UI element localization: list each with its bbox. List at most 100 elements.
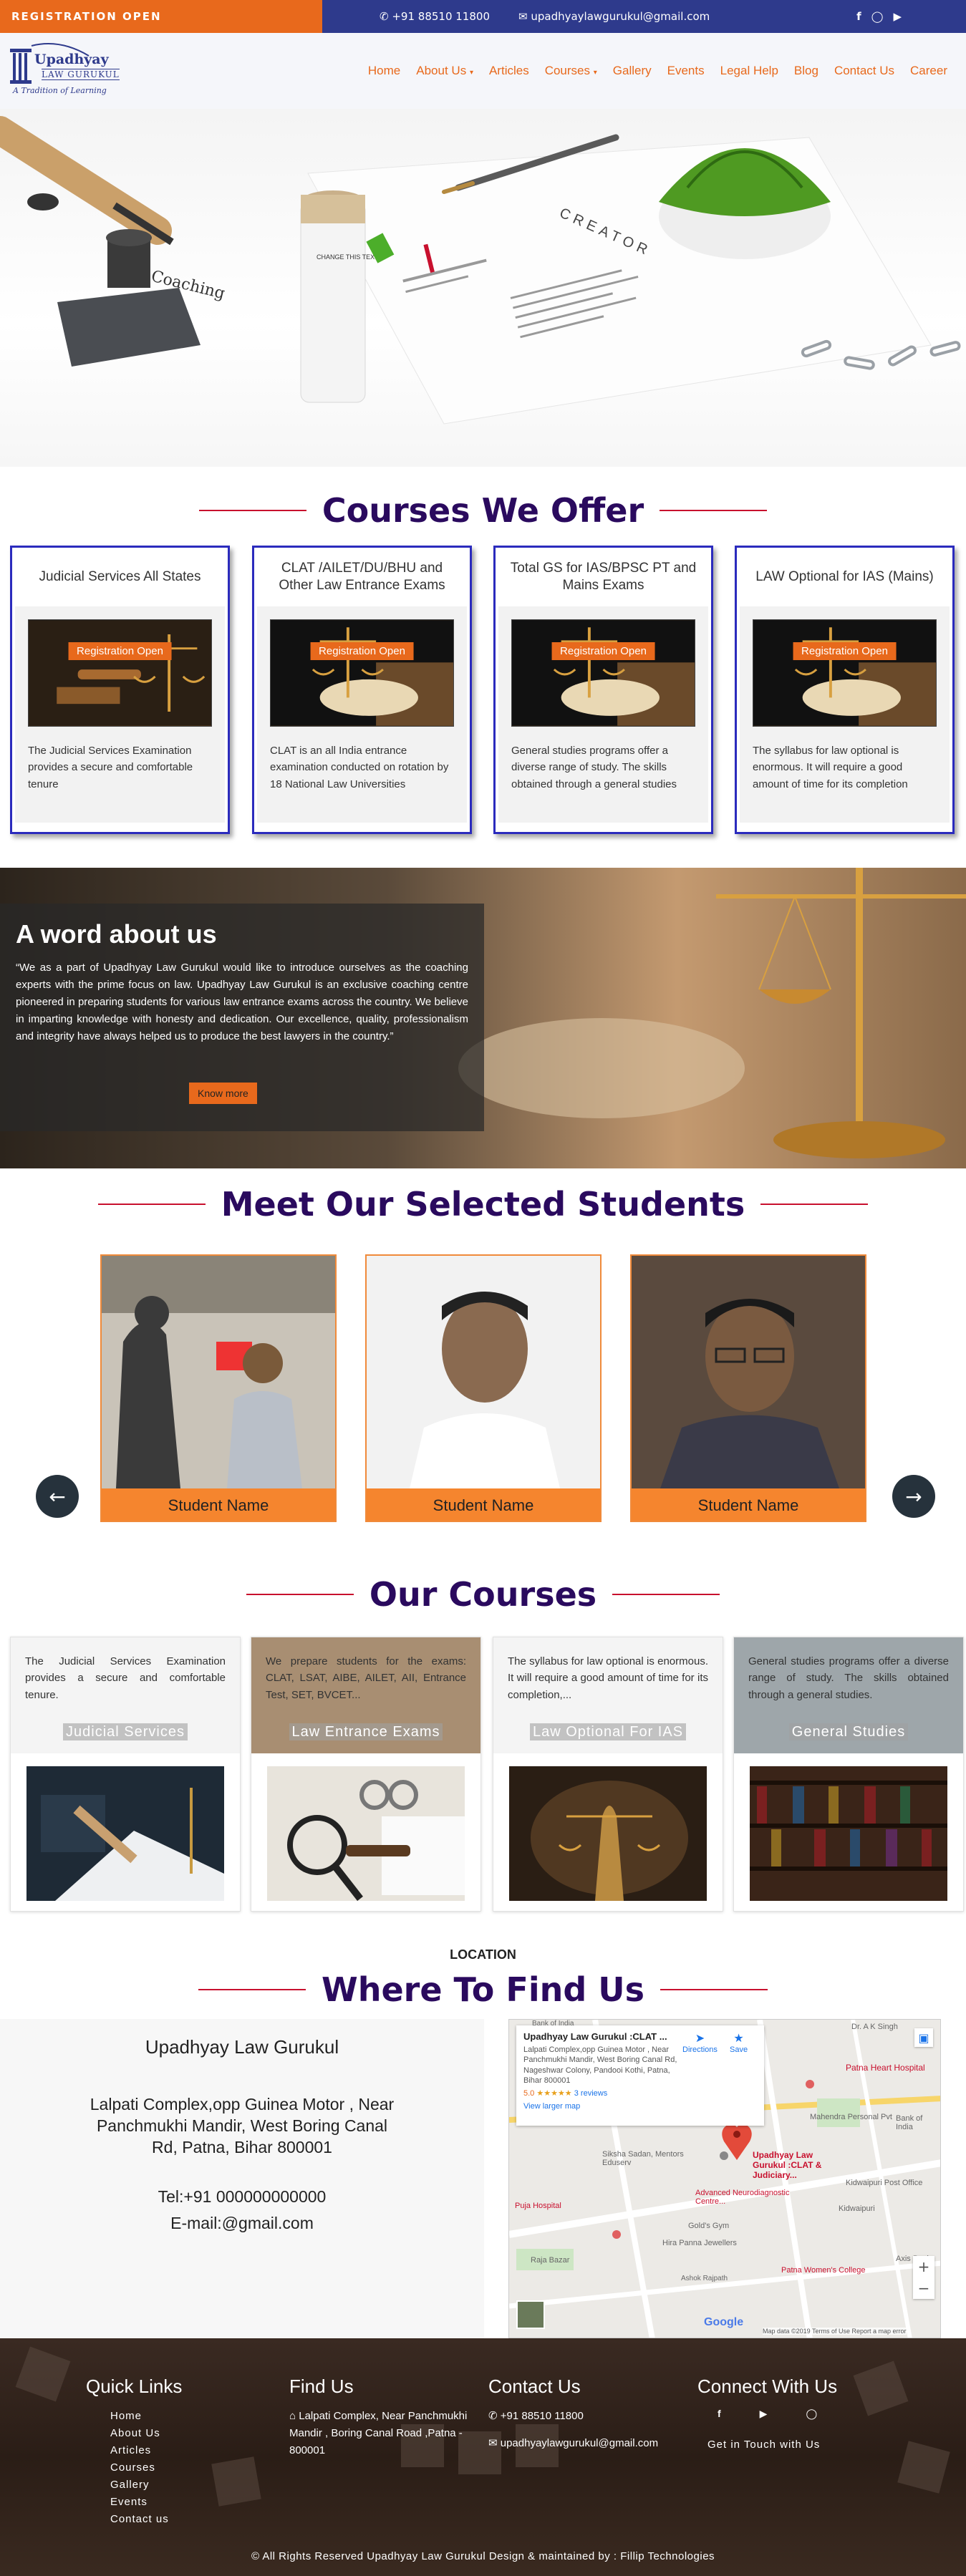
nav-courses[interactable]: Courses ▾	[545, 64, 597, 78]
footer-phone[interactable]: ✆ +91 88510 11800	[488, 2408, 658, 2425]
registration-open-button[interactable]: Registration Open	[68, 642, 172, 660]
registration-open-banner[interactable]: REGISTRATION OPEN	[0, 0, 322, 33]
about-section: A word about us “We as a part of Upadhya…	[0, 868, 966, 1168]
map-reviews-link[interactable]: 3 reviews	[574, 2089, 607, 2098]
course-label: Law Entrance Exams	[289, 1723, 443, 1740]
find-us-title: Find Us	[289, 2376, 354, 2397]
home-icon: ⌂	[289, 2410, 296, 2422]
map-place-label: Patna Women's College	[781, 2266, 866, 2275]
heading-rule	[660, 510, 768, 511]
quick-links-title: Quick Links	[86, 2376, 183, 2397]
course-card-judicial[interactable]: The Judicial Services Examination provid…	[10, 1637, 241, 1912]
footer-link-courses[interactable]: Courses	[110, 2459, 182, 2476]
satellite-toggle[interactable]	[516, 2300, 545, 2329]
youtube-icon[interactable]: ▶	[893, 10, 902, 23]
offer-card-judicial[interactable]: Judicial Services All States Registratio…	[10, 546, 230, 834]
map-save-button[interactable]: ★ Save	[730, 2031, 748, 2054]
footer-link-gallery[interactable]: Gallery	[110, 2476, 182, 2494]
quick-links-column: Quick Links Home About Us Articles Cours…	[86, 2376, 182, 2528]
offer-card-law-optional[interactable]: LAW Optional for IAS (Mains) Registratio…	[735, 546, 955, 834]
map-attribution[interactable]: Map data ©2019 Terms of Use Report a map…	[763, 2328, 907, 2335]
main-nav: Home About Us ▾ Articles Courses ▾ Galle…	[368, 64, 947, 78]
nav-blog[interactable]: Blog	[794, 64, 818, 78]
facebook-icon[interactable]: f	[856, 10, 861, 23]
map-directions-button[interactable]: ➤ Directions	[682, 2031, 718, 2054]
map-card-title: Upadhyay Law Gurukul :CLAT ...	[523, 2031, 667, 2042]
carousel-prev-button[interactable]: ←	[36, 1475, 79, 1518]
course-card-law-entrance[interactable]: We prepare students for the exams: CLAT,…	[251, 1637, 481, 1912]
carousel-next-button[interactable]: →	[892, 1475, 935, 1518]
course-label: General Studies	[788, 1723, 909, 1740]
map-place-label: Gold's Gym	[688, 2222, 730, 2230]
google-logo: Google	[704, 2316, 744, 2328]
map-zoom-controls[interactable]: + −	[913, 2256, 934, 2299]
zoom-in-icon[interactable]: +	[913, 2256, 934, 2277]
law-books-scales-image	[270, 619, 454, 727]
nav-about-us[interactable]: About Us ▾	[416, 64, 473, 78]
nav-events[interactable]: Events	[667, 64, 705, 78]
footer-link-about-us[interactable]: About Us	[110, 2425, 182, 2442]
map-place-label: Kidwaipuri Post Office	[846, 2179, 923, 2187]
student-name: Student Name	[102, 1488, 335, 1521]
arrow-right-icon: →	[905, 1484, 922, 1509]
map-place-label: Advanced Neurodiagnostic Centre...	[695, 2189, 790, 2206]
arrow-left-icon: ←	[49, 1484, 66, 1509]
nav-career[interactable]: Career	[910, 64, 947, 78]
nav-contact-us[interactable]: Contact Us	[834, 64, 894, 78]
course-card-summary: General studies programs offer a diverse…	[734, 1637, 963, 1753]
fullscreen-icon[interactable]: ▣	[914, 2028, 933, 2047]
view-larger-map-link[interactable]: View larger map	[523, 2102, 757, 2111]
footer-email[interactable]: ✉ upadhyaylawgurukul@gmail.com	[488, 2435, 658, 2452]
nav-legal-help[interactable]: Legal Help	[720, 64, 778, 78]
about-title: A word about us	[16, 919, 217, 949]
student-card[interactable]: Student Name	[630, 1254, 866, 1522]
course-card-summary: The syllabus for law optional is enormou…	[493, 1637, 723, 1753]
course-card-general-studies[interactable]: General studies programs offer a diverse…	[733, 1637, 964, 1912]
nav-home[interactable]: Home	[368, 64, 400, 78]
connect-title: Connect With Us	[697, 2376, 838, 2397]
email-contact[interactable]: ✉ upadhyaylawgurukul@gmail.com	[518, 10, 710, 23]
offer-card-text: General studies programs offer a diverse…	[511, 745, 677, 790]
scales-of-justice-image	[458, 868, 966, 1158]
hero-banner: CREATOR Coaching CHANGE THIS TEXT	[0, 109, 966, 467]
location-email[interactable]: E-mail:@gmail.com	[0, 2214, 484, 2233]
map-place-label: Ashok Rajpath	[681, 2275, 728, 2282]
student-card[interactable]: Student Name	[100, 1254, 337, 1522]
star-icon: ★★★★★	[536, 2089, 572, 2098]
site-header: Upadhyay LAW GURUKUL A Tradition of Lear…	[0, 33, 966, 109]
youtube-icon[interactable]: ▶	[760, 2408, 768, 2420]
course-card-summary: We prepare students for the exams: CLAT,…	[251, 1637, 480, 1753]
phone-contact[interactable]: ✆ +91 88510 11800	[380, 10, 490, 23]
location-details: Upadhyay Law Gurukul Lalpati Complex,opp…	[0, 2019, 484, 2338]
student-card[interactable]: Student Name	[365, 1254, 602, 1522]
nav-articles[interactable]: Articles	[489, 64, 529, 78]
location-address: Lalpati Complex,opp Guinea Motor , Near …	[90, 2095, 395, 2156]
bookshelf-image	[750, 1766, 947, 1901]
google-map[interactable]: Upadhyay Law Gurukul :CLAT ... Lalpati C…	[508, 2019, 941, 2338]
nav-gallery[interactable]: Gallery	[613, 64, 652, 78]
offer-card-clat[interactable]: CLAT /AILET/DU/BHU and Other Law Entranc…	[252, 546, 472, 834]
footer-link-contact-us[interactable]: Contact us	[110, 2511, 182, 2528]
students-heading: Meet Our Selected Students	[0, 1185, 966, 1224]
footer-link-articles[interactable]: Articles	[110, 2442, 182, 2459]
offer-card-gs[interactable]: Total GS for IAS/BPSC PT and Mains Exams…	[493, 546, 713, 834]
instagram-icon[interactable]: ◯	[871, 10, 884, 23]
map-place-label: Patna Heart Hospital	[846, 2063, 925, 2073]
registration-open-button[interactable]: Registration Open	[310, 642, 414, 660]
offer-card-title: Total GS for IAS/BPSC PT and Mains Exams	[510, 561, 697, 593]
logo-name: Upadhyay	[34, 52, 109, 67]
registration-open-button[interactable]: Registration Open	[793, 642, 897, 660]
instagram-icon[interactable]: ◯	[806, 2408, 817, 2420]
footer-link-events[interactable]: Events	[110, 2494, 182, 2511]
zoom-out-icon[interactable]: −	[913, 2277, 934, 2299]
site-logo[interactable]: Upadhyay LAW GURUKUL A Tradition of Lear…	[10, 39, 132, 103]
facebook-icon[interactable]: f	[718, 2408, 721, 2420]
phone-icon: ✆	[380, 10, 389, 23]
location-tel[interactable]: Tel:+91 000000000000	[0, 2187, 484, 2207]
hero-illustration: CREATOR Coaching CHANGE THIS TEXT	[0, 116, 961, 425]
know-more-button[interactable]: Know more	[189, 1083, 257, 1104]
course-card-law-optional[interactable]: The syllabus for law optional is enormou…	[493, 1637, 723, 1912]
site-footer: Quick Links Home About Us Articles Cours…	[0, 2338, 966, 2576]
footer-link-home[interactable]: Home	[110, 2408, 182, 2425]
registration-open-button[interactable]: Registration Open	[551, 642, 655, 660]
